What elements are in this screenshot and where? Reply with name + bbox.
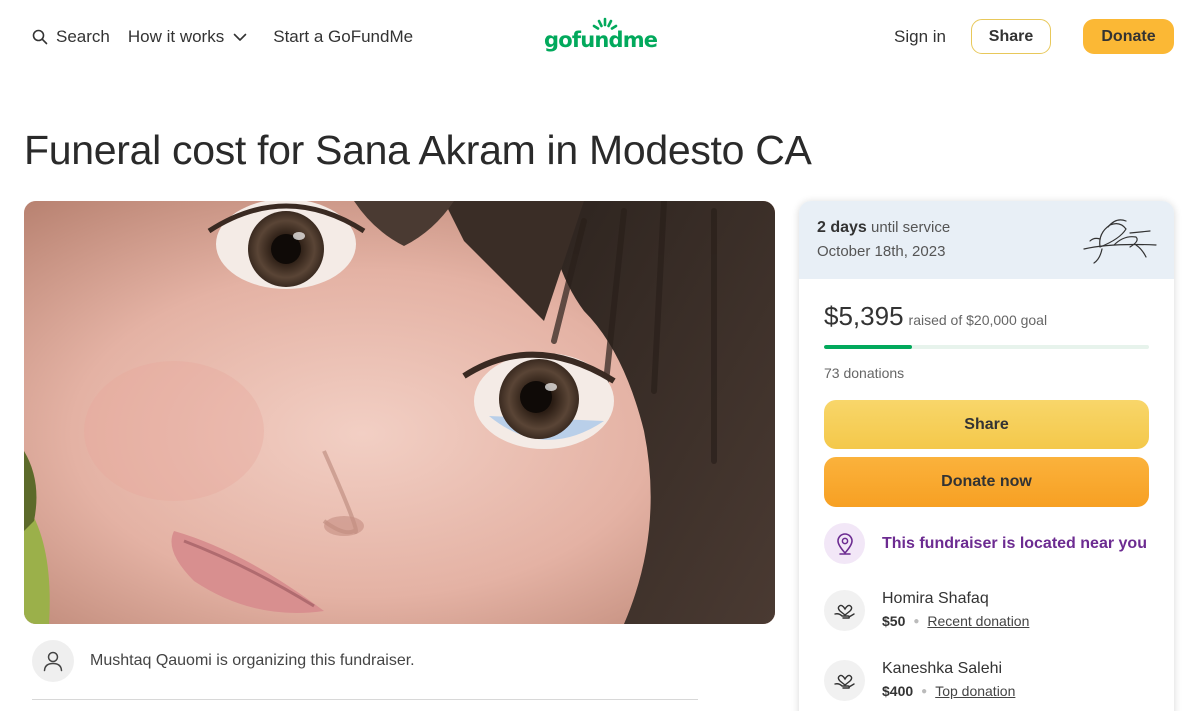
- donate-now-button[interactable]: Donate now: [824, 457, 1149, 507]
- service-until-text: until service: [870, 219, 951, 236]
- donate-button-header[interactable]: Donate: [1083, 19, 1174, 54]
- chevron-down-icon: [233, 33, 247, 42]
- search-icon: [32, 29, 48, 45]
- amount-raised: $5,395 raised of $20,000 goal: [824, 301, 1047, 332]
- raised-goal-text: raised of $20,000 goal: [908, 312, 1048, 328]
- nearby-notice: This fundraiser is located near you: [824, 523, 1147, 564]
- page-title: Funeral cost for Sana Akram in Modesto C…: [24, 127, 812, 173]
- start-gofundme-link[interactable]: Start a GoFundMe: [273, 27, 413, 47]
- donor-item: Homira Shafaq $50 ● Recent donation: [824, 590, 1029, 631]
- service-countdown: 2 days until service: [817, 219, 950, 237]
- how-it-works-menu[interactable]: How it works: [128, 27, 247, 47]
- flower-sketch-icon: [1083, 219, 1157, 264]
- donation-card: 2 days until service October 18th, 2023 …: [799, 201, 1174, 711]
- donor-meta: $400 ● Top donation: [882, 683, 1015, 699]
- donor-name: Homira Shafaq: [882, 590, 989, 607]
- separator-dot: ●: [921, 685, 928, 697]
- search-label: Search: [56, 27, 110, 46]
- donor-tag-link[interactable]: Recent donation: [927, 613, 1029, 629]
- donations-count: 73 donations: [824, 365, 905, 381]
- donor-amount: $400: [882, 683, 914, 699]
- service-date: October 18th, 2023: [817, 243, 946, 260]
- separator-dot: ●: [913, 615, 920, 627]
- donor-info: Homira Shafaq $50 ● Recent donation: [882, 590, 1029, 629]
- donor-name: Kaneshka Salehi: [882, 660, 1003, 677]
- donor-tag-link[interactable]: Top donation: [935, 683, 1015, 699]
- organizer-text: Mushtaq Qauomi is organizing this fundra…: [90, 652, 415, 669]
- top-navigation: Search How it works Start a GoFundMe gof…: [0, 0, 1200, 72]
- start-gofundme-label: Start a GoFundMe: [273, 27, 414, 46]
- heart-hand-icon: [824, 660, 865, 701]
- gofundme-logo[interactable]: gofundme: [544, 16, 658, 58]
- nav-right: Sign in Share Donate: [894, 19, 1174, 54]
- share-button[interactable]: Share: [824, 400, 1149, 449]
- logo-text: gofundme: [544, 28, 658, 52]
- location-pin-icon: [824, 523, 865, 564]
- donor-meta: $50 ● Recent donation: [882, 613, 1029, 629]
- donor-info: Kaneshka Salehi $400 ● Top donation: [882, 660, 1015, 699]
- nearby-text: This fundraiser is located near you: [882, 534, 1147, 552]
- progress-bar: [824, 345, 1149, 349]
- sign-in-link[interactable]: Sign in: [894, 27, 946, 47]
- section-divider: [32, 699, 698, 700]
- user-avatar-icon: [32, 640, 74, 682]
- raised-amount: $5,395: [824, 301, 904, 331]
- how-it-works-label: How it works: [127, 27, 225, 46]
- search-button[interactable]: Search: [32, 27, 110, 47]
- service-banner: 2 days until service October 18th, 2023: [799, 201, 1174, 279]
- share-button-header[interactable]: Share: [971, 19, 1051, 54]
- nav-left: Search How it works Start a GoFundMe: [32, 22, 413, 52]
- progress-fill: [824, 345, 912, 349]
- service-days-count: 2 days: [817, 219, 867, 236]
- donor-amount: $50: [882, 613, 906, 629]
- heart-hand-icon: [824, 590, 865, 631]
- fundraiser-photo: [24, 201, 775, 624]
- donor-item: Kaneshka Salehi $400 ● Top donation: [824, 660, 1015, 701]
- organizer-row: Mushtaq Qauomi is organizing this fundra…: [32, 640, 415, 682]
